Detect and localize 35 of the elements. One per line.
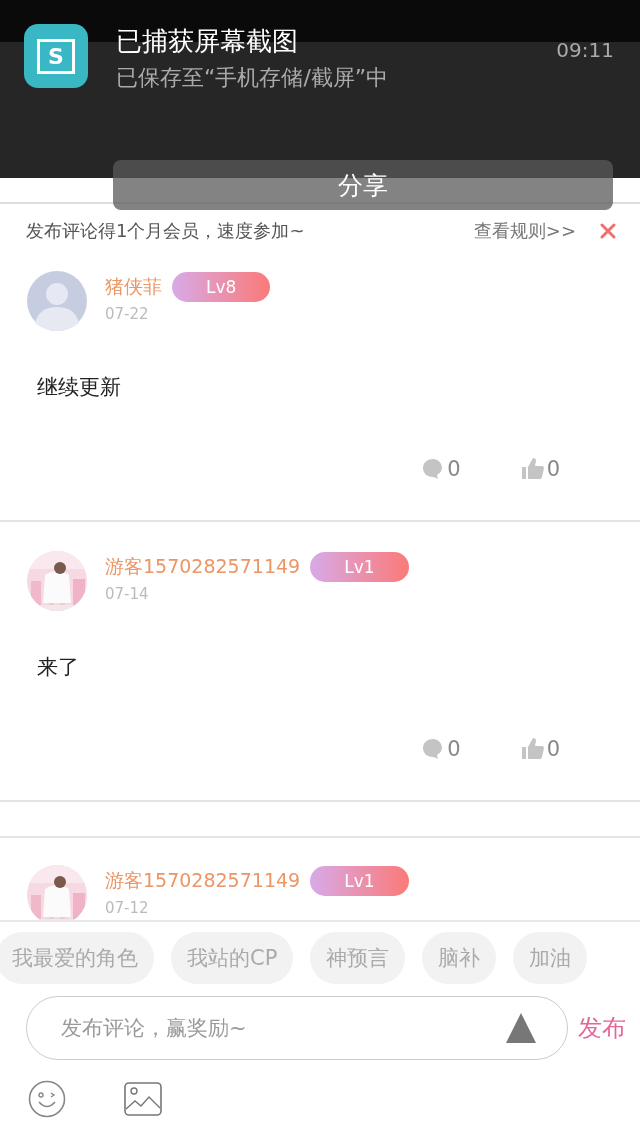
topic-chip[interactable]: 脑补 bbox=[422, 932, 497, 984]
level-badge: Lv1 bbox=[310, 866, 409, 896]
notification-text: 已保存至“手机存储/截屏”中 bbox=[116, 64, 390, 92]
like-count: 0 bbox=[546, 457, 560, 481]
comment-date: 07-22 bbox=[105, 305, 150, 323]
comment-text: 来了 bbox=[37, 654, 80, 681]
user-name[interactable]: 猪侠菲 bbox=[105, 274, 162, 300]
thumbs-up-icon[interactable] bbox=[520, 737, 545, 761]
topic-chip[interactable]: 神预言 bbox=[310, 932, 406, 984]
comment-date: 07-14 bbox=[105, 585, 150, 603]
level-badge: Lv1 bbox=[310, 552, 409, 582]
comment-date: 07-12 bbox=[105, 899, 150, 917]
emoji-icon[interactable] bbox=[28, 1080, 66, 1118]
app-icon: S bbox=[24, 24, 88, 88]
rules-link[interactable]: 查看规则>> bbox=[473, 219, 576, 243]
close-icon[interactable] bbox=[600, 223, 616, 239]
share-button[interactable]: 分享 bbox=[113, 160, 613, 210]
avatar-icon[interactable] bbox=[27, 271, 87, 331]
comment-text: 继续更新 bbox=[37, 374, 122, 401]
level-badge: Lv8 bbox=[172, 272, 271, 302]
publish-button[interactable]: 发布 bbox=[578, 1012, 626, 1044]
reply-count: 0 bbox=[447, 457, 461, 481]
like-count: 0 bbox=[546, 737, 560, 761]
notification-time: 09:11 bbox=[556, 38, 614, 64]
reply-count: 0 bbox=[447, 737, 461, 761]
topic-chip[interactable]: 加油 bbox=[513, 932, 588, 984]
thumbs-up-icon[interactable] bbox=[520, 457, 545, 481]
promo-text: 发布评论得1个月会员，速度参加~ bbox=[26, 219, 306, 243]
triangle-icon[interactable] bbox=[505, 1012, 537, 1044]
image-icon[interactable] bbox=[124, 1082, 162, 1116]
topic-chip[interactable]: 我站的CP bbox=[171, 932, 294, 984]
user-name[interactable]: 游客1570282571149 bbox=[105, 554, 301, 580]
topic-chip[interactable]: 我最爱的角色 bbox=[0, 932, 154, 984]
notification-title: 已捕获屏幕截图 bbox=[116, 25, 299, 58]
user-name[interactable]: 游客1570282571149 bbox=[105, 868, 301, 894]
